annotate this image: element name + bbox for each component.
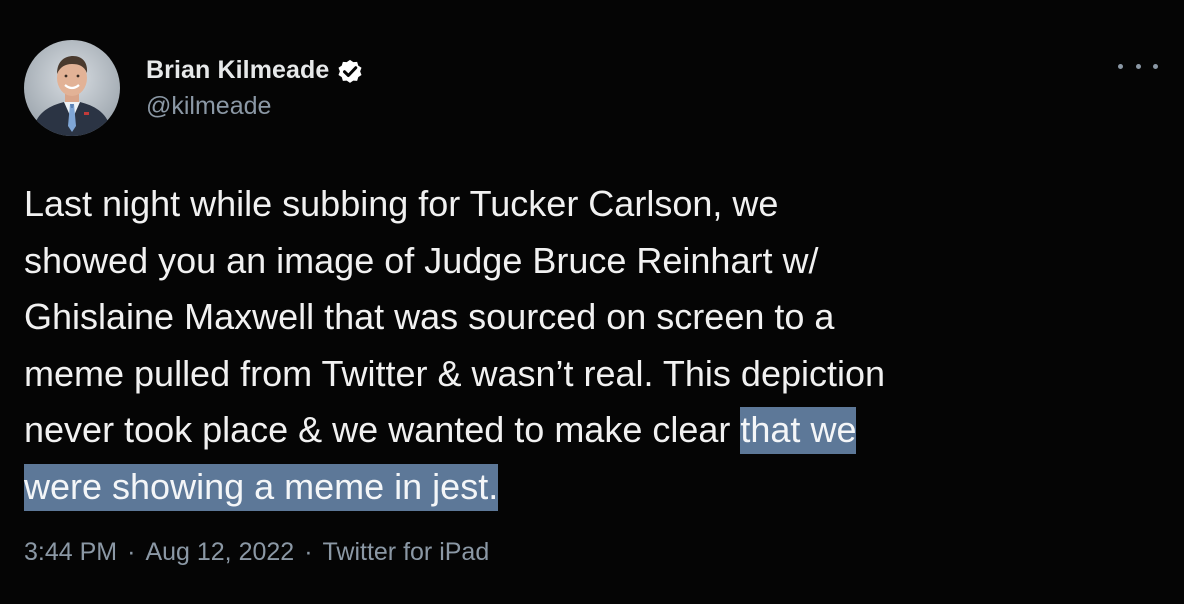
- tweet-time[interactable]: 3:44 PM: [24, 538, 117, 566]
- tweet-card: Brian Kilmeade @kilmeade Last night whil…: [0, 0, 1184, 604]
- name-row: Brian Kilmeade: [146, 56, 365, 86]
- tweet-header: Brian Kilmeade @kilmeade: [24, 40, 365, 136]
- meta-separator: ·: [304, 538, 313, 566]
- dot-icon: [1135, 63, 1141, 69]
- dot-icon: [1153, 63, 1158, 69]
- tweet-date[interactable]: Aug 12, 2022: [145, 538, 294, 566]
- avatar-image: [24, 40, 120, 136]
- dot-icon: [1118, 63, 1123, 69]
- tweet-text: Last night while subbing for Tucker Carl…: [24, 176, 1164, 515]
- author-display-name[interactable]: Brian Kilmeade: [146, 56, 329, 85]
- tweet-source[interactable]: Twitter for iPad: [323, 538, 490, 566]
- author-handle[interactable]: @kilmeade: [146, 92, 365, 121]
- verified-badge-icon: [335, 56, 365, 86]
- meta-separator: ·: [127, 538, 136, 566]
- tweet-meta: 3:44 PM · Aug 12, 2022 · Twitter for iPad: [24, 538, 489, 567]
- author-names: Brian Kilmeade @kilmeade: [146, 40, 365, 136]
- avatar[interactable]: [24, 40, 120, 136]
- more-options-icon[interactable]: [1118, 56, 1158, 76]
